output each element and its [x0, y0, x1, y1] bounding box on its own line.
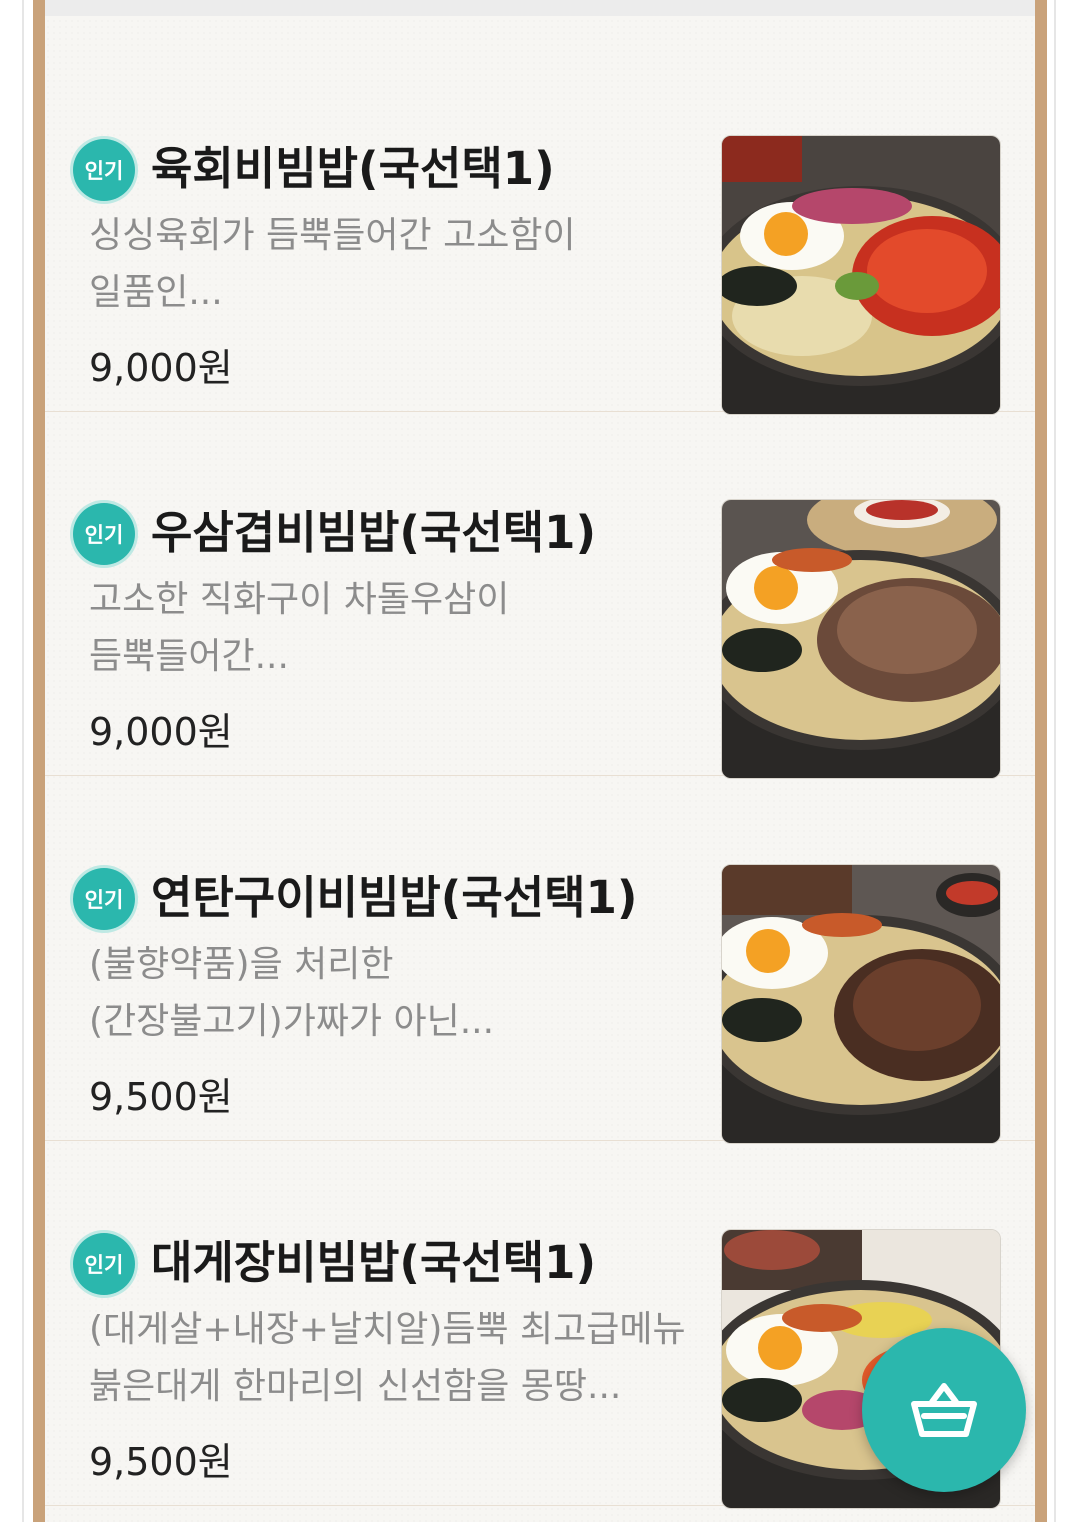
menu-item-description: 싱싱육회가 듬뿍들어간 고소함이 일품인... [89, 207, 709, 321]
page-border-right [1054, 0, 1056, 1522]
menu-item-name: 우삼겹비빔밥(국선택1) [151, 506, 597, 559]
menu-item-name: 연탄구이비빔밥(국선택1) [151, 871, 638, 924]
page-border-left [22, 0, 24, 1522]
popular-badge: 인기 [73, 503, 135, 565]
popular-badge: 인기 [73, 868, 135, 930]
menu-item-price: 9,500원 [89, 1440, 233, 1484]
description-line: 싱싱육회가 듬뿍들어간 고소함이 [89, 215, 576, 256]
menu-item-price: 9,000원 [89, 710, 233, 754]
popular-badge: 인기 [73, 139, 135, 201]
menu-item-photo [721, 135, 1001, 415]
menu-item-description: (대게살+내장+날치알)듬뿍 최고급메뉴 붉은대게 한마리의 신선함을 몽땅..… [89, 1301, 709, 1415]
cart-button[interactable] [862, 1328, 1026, 1492]
menu-item-price: 9,500원 [89, 1075, 233, 1119]
shopping-basket-icon [911, 1383, 977, 1437]
menu-item-yeontan-bibimbap[interactable]: 인기 연탄구이비빔밥(국선택1) (불향약품)을 처리한 (간장불고기)가짜가 … [45, 776, 1035, 1144]
menu-item-photo [721, 499, 1001, 779]
yeontan-bibimbap-photo [722, 865, 1000, 1143]
menu-item-photo [721, 864, 1001, 1144]
menu-item-yukhoe-bibimbap[interactable]: 인기 육회비빔밥(국선택1) 싱싱육회가 듬뿍들어간 고소함이 일품인... 9… [45, 47, 1035, 415]
description-line: 붉은대게 한마리의 신선함을 몽땅... [89, 1366, 622, 1407]
woosamgyeop-bibimbap-photo [722, 500, 1000, 778]
top-divider [45, 0, 1035, 16]
description-line: 고소한 직화구이 차돌우삼이 [89, 579, 510, 620]
description-line: 일품인... [89, 272, 223, 313]
description-line: (대게살+내장+날치알)듬뿍 최고급메뉴 [89, 1309, 686, 1350]
menu-item-price: 9,000원 [89, 346, 233, 390]
menu-item-description: 고소한 직화구이 차돌우삼이 듬뿍들어간... [89, 571, 709, 685]
description-line: (불향약품)을 처리한 [89, 944, 394, 985]
yukhoe-bibimbap-photo [722, 136, 1000, 414]
menu-item-description: (불향약품)을 처리한 (간장불고기)가짜가 아닌... [89, 936, 709, 1050]
popular-badge: 인기 [73, 1233, 135, 1295]
description-line: 듬뿍들어간... [89, 636, 289, 677]
description-line: (간장불고기)가짜가 아닌... [89, 1001, 495, 1042]
menu-item-woosamgyeop-bibimbap[interactable]: 인기 우삼겹비빔밥(국선택1) 고소한 직화구이 차돌우삼이 듬뿍들어간... … [45, 411, 1035, 779]
menu-item-name: 대게장비빔밥(국선택1) [151, 1236, 597, 1289]
menu-item-name: 육회비빔밥(국선택1) [151, 142, 555, 195]
